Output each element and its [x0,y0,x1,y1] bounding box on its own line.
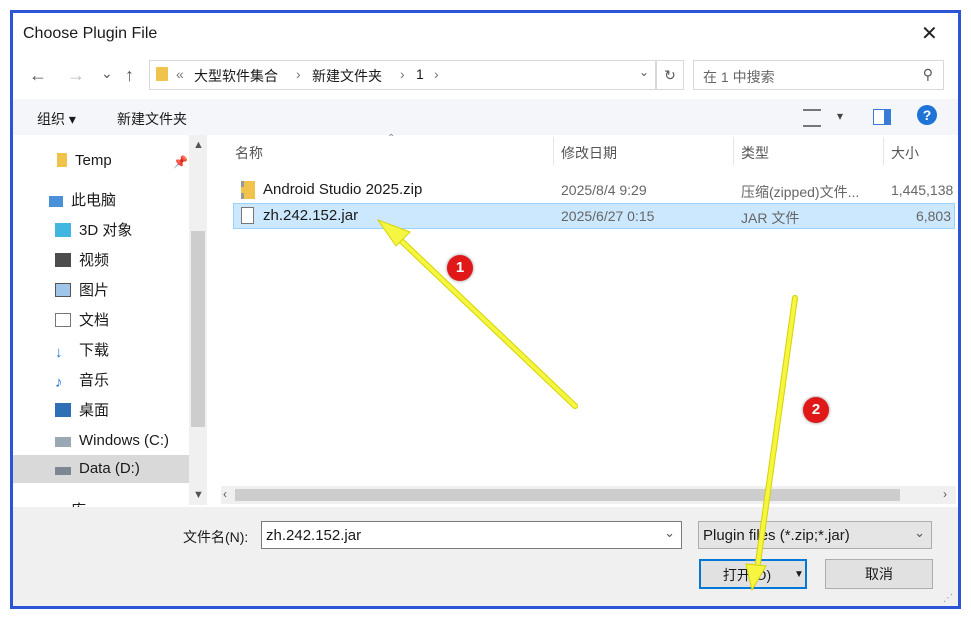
annotation-badge-2: 2 [803,397,829,423]
annotation-arrow-2 [745,295,798,592]
annotation-overlay [376,218,798,592]
annotation-badge-1: 1 [447,255,473,281]
annotation-arrow-1 [376,218,578,409]
